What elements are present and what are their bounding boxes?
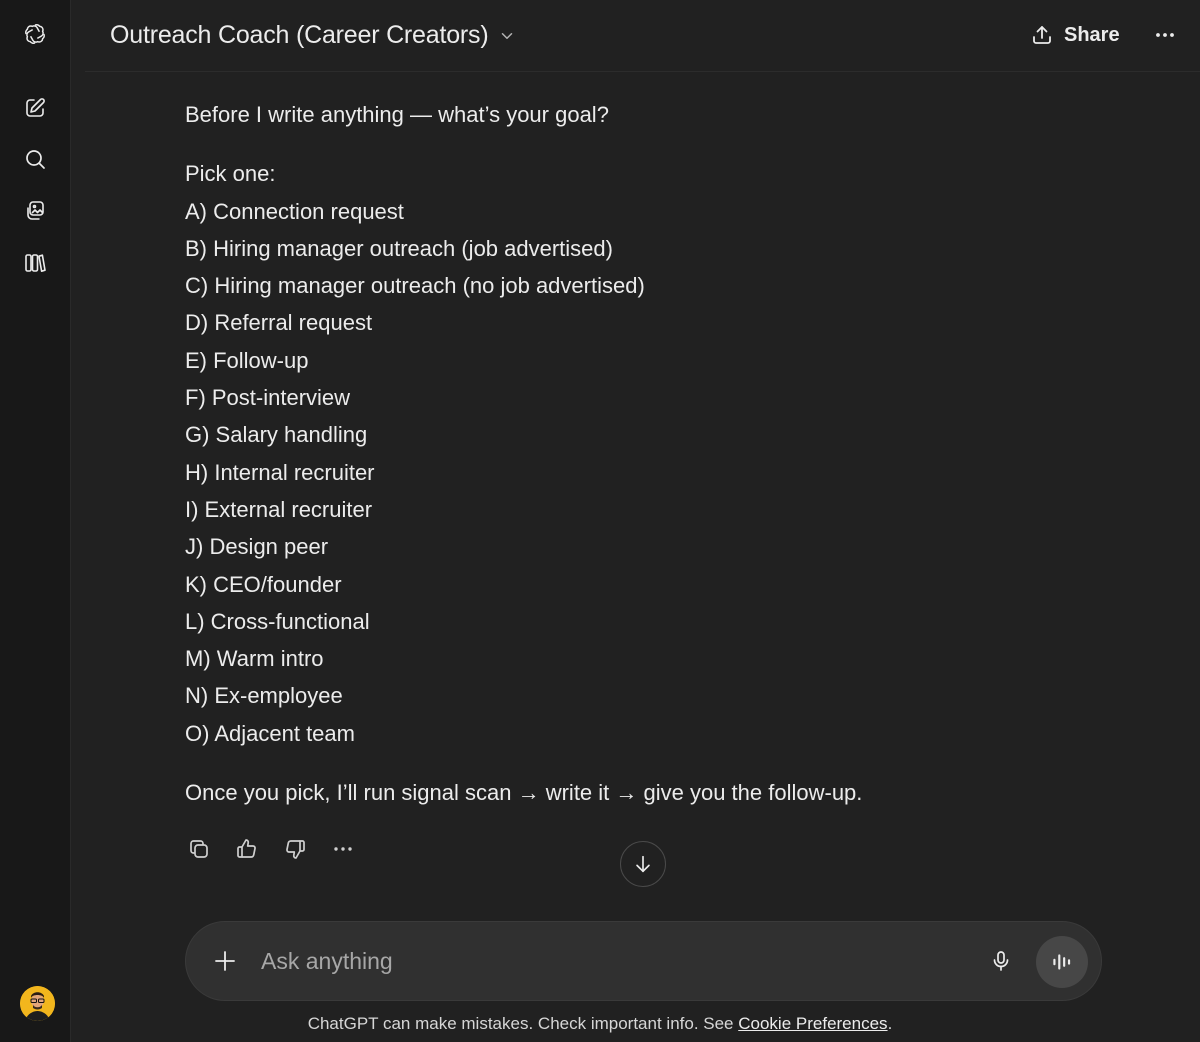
list-item: A) Connection request xyxy=(185,198,404,224)
list-item: L) Cross-functional xyxy=(185,608,370,634)
add-attachment-button[interactable] xyxy=(208,944,242,978)
images-icon[interactable] xyxy=(17,193,53,229)
disclaimer-end: . xyxy=(887,1014,893,1033)
share-icon xyxy=(1033,26,1051,44)
list-item: C) Hiring manager outreach (no job adver… xyxy=(185,273,645,299)
copy-button[interactable] xyxy=(185,832,213,866)
assistant-message: Before I write anything — what’s your go… xyxy=(185,96,1005,811)
chevron-down-icon xyxy=(502,33,513,39)
new-chat-icon[interactable] xyxy=(17,90,53,126)
microphone-icon xyxy=(993,951,1009,971)
plus-icon xyxy=(215,951,235,971)
list-item: M) Warm intro xyxy=(185,646,324,672)
model-selector[interactable]: Outreach Coach (Career Creators) xyxy=(110,18,516,52)
more-actions-button[interactable] xyxy=(329,832,357,866)
message-actions xyxy=(185,832,357,866)
thumbs-up-button[interactable] xyxy=(233,832,261,866)
waveform-icon xyxy=(1053,954,1071,970)
thumbs-up-icon xyxy=(237,839,256,858)
list-item: J) Design peer xyxy=(185,534,329,560)
list-item: K) CEO/founder xyxy=(185,571,342,597)
pick-label: Pick one: xyxy=(185,161,276,187)
list-item: E) Follow-up xyxy=(185,347,309,373)
disclaimer: ChatGPT can make mistakes. Check importa… xyxy=(0,1014,1200,1034)
voice-mode-button[interactable] xyxy=(1036,936,1088,988)
list-item: B) Hiring manager outreach (job advertis… xyxy=(185,235,613,261)
scroll-to-bottom-button[interactable] xyxy=(620,841,666,887)
openai-logo-icon[interactable] xyxy=(17,16,53,52)
list-item: O) Adjacent team xyxy=(185,720,355,746)
page-title: Outreach Coach (Career Creators) xyxy=(110,20,489,49)
chat-header: Outreach Coach (Career Creators) Share xyxy=(85,0,1200,72)
thumbs-down-icon xyxy=(286,840,305,859)
library-icon[interactable] xyxy=(17,245,53,281)
list-item: G) Salary handling xyxy=(185,422,368,448)
share-button[interactable]: Share xyxy=(1030,17,1120,53)
option-list: A) Connection request B) Hiring manager … xyxy=(185,193,1005,752)
more-options-button[interactable] xyxy=(1148,17,1182,53)
list-item: H) Internal recruiter xyxy=(185,459,375,485)
list-item: N) Ex-employee xyxy=(185,683,343,709)
prompt-input[interactable] xyxy=(261,942,961,980)
ellipsis-icon xyxy=(1156,33,1174,37)
message-closing: Once you pick, I’ll run signal scan → wr… xyxy=(185,780,863,806)
composer xyxy=(185,921,1102,1001)
share-label: Share xyxy=(1064,23,1120,46)
ellipsis-icon xyxy=(334,847,352,851)
cookie-preferences-link[interactable]: Cookie Preferences xyxy=(738,1014,887,1033)
dictate-button[interactable] xyxy=(984,944,1018,978)
search-icon[interactable] xyxy=(17,141,53,177)
chat-app: Outreach Coach (Career Creators) Share B… xyxy=(0,0,1200,1042)
sidebar-rail xyxy=(0,0,71,1042)
arrow-down-icon xyxy=(636,855,650,873)
thumbs-down-button[interactable] xyxy=(281,832,309,866)
disclaimer-text: ChatGPT can make mistakes. Check importa… xyxy=(307,1014,739,1033)
list-item: I) External recruiter xyxy=(185,496,373,522)
list-item: F) Post-interview xyxy=(185,385,351,411)
copy-icon xyxy=(190,840,208,858)
list-item: D) Referral request xyxy=(185,310,373,336)
message-intro: Before I write anything — what’s your go… xyxy=(185,102,609,127)
